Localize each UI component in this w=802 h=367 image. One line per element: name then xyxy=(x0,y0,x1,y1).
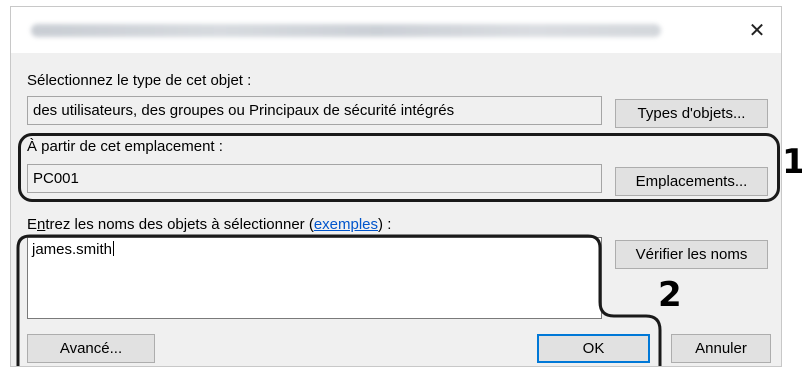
callout-2-highlight xyxy=(16,234,662,366)
callout-2-number: 2 xyxy=(658,275,682,315)
